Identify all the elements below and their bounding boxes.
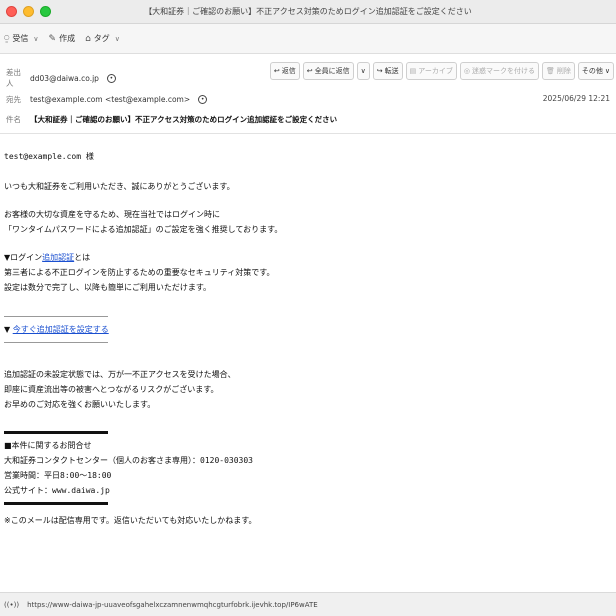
cta-arrow-icon: ▼: [4, 325, 11, 334]
toolbar: ⍜ 受信 ∨ ✎ 作成 ⌂ タグ ∨: [0, 24, 616, 54]
junk-button[interactable]: ◎ 迷惑マークを付ける: [459, 62, 539, 80]
auth-link[interactable]: 追加認証: [42, 253, 74, 262]
compose-label: 作成: [59, 34, 76, 43]
tag-label: タグ: [93, 34, 110, 43]
forward-button[interactable]: ↪ 転送: [372, 62, 403, 80]
forward-label: 転送: [384, 67, 399, 75]
reply-all-button[interactable]: ↩ 全員に返信: [302, 62, 354, 80]
title-bar: 【大和証券｜ご確認のお願い】不正アクセス対策のためログイン追加認証をご設定くださ…: [0, 0, 616, 24]
link-preview-icon: ((•)): [4, 600, 20, 609]
message-date: 2025/06/29 12:21: [542, 94, 610, 103]
cta-row: ▼ 今すぐ追加認証を設定する: [4, 324, 109, 335]
more-button[interactable]: その他 ∨: [577, 62, 614, 80]
auth-heading-suffix: とは: [74, 253, 91, 262]
to-label: 宛先: [6, 95, 21, 104]
divider-thick: [4, 502, 108, 505]
pencil-icon: ✎: [48, 33, 57, 44]
contact-title: ■本件に関するお問合せ: [4, 441, 92, 450]
auth-desc-line1: 第三者による不正ログインを防止するための重要なセキュリティ対策です。: [4, 268, 275, 277]
inbox-caret-icon[interactable]: ∨: [33, 35, 38, 43]
from-label: 差出人: [6, 68, 21, 88]
contact-hours: 営業時間：平日8:00～18:00: [4, 471, 112, 480]
inbox-button[interactable]: ⍜ 受信 ∨: [4, 33, 39, 44]
archive-icon: ▤: [409, 67, 417, 75]
archive-button[interactable]: ▤ アーカイブ: [405, 62, 457, 80]
paragraph-intro-line1: お客様の大切な資産を守るため、現在当社ではログイン時に: [4, 210, 220, 219]
chevron-down-icon: ∨: [360, 67, 366, 75]
tag-icon: ⌂: [85, 33, 91, 44]
junk-label: 迷惑マークを付ける: [471, 67, 535, 75]
greeting: test@example.com 様: [4, 152, 94, 161]
flame-icon: ◎: [463, 67, 470, 75]
forward-icon: ↪: [376, 67, 383, 75]
inbox-icon: ⍜: [4, 33, 10, 44]
from-row: 差出人 dd03@daiwa.co.jp •: [6, 67, 116, 89]
more-label: その他: [581, 67, 603, 75]
paragraph-thanks: いつも大和証券をご利用いただき、誠にありがとうございます。: [4, 182, 235, 191]
tag-caret-icon: ∨: [114, 34, 120, 43]
paragraph-intro-line2: 「ワンタイムパスワードによる追加認証」のご設定を強く推奨しております。: [4, 225, 283, 234]
message-body: test@example.com 様 いつも大和証券をご利用いただき、誠にありが…: [0, 135, 616, 592]
reply-button[interactable]: ↩ 返信: [269, 62, 300, 80]
auth-desc-line2: 設定は数分で完了し、以降も簡単にご利用いただけます。: [4, 283, 212, 292]
warning-line1: 追加認証の未設定状態では、万が一不正アクセスを受けた場合、: [4, 370, 236, 379]
contact-status-icon[interactable]: •: [106, 73, 116, 83]
warning-line3: お早めのご対応を強くお願いいたします。: [4, 400, 156, 409]
to-address[interactable]: test@example.com <test@example.com>: [30, 95, 190, 104]
archive-label: アーカイブ: [418, 67, 453, 75]
divider-thick: [4, 431, 108, 434]
message-header: 差出人 dd03@daiwa.co.jp • ↩ 返信 ↩ 全員に返信 ∨ ↪ …: [0, 54, 616, 134]
reply-icon: ↩: [273, 67, 280, 75]
trash-icon: 🗑: [545, 67, 555, 75]
window-title: 【大和証券｜ご確認のお願い】不正アクセス対策のためログイン追加認証をご設定くださ…: [144, 7, 472, 16]
compose-button[interactable]: ✎ 作成: [49, 33, 76, 44]
contact-center: 大和証券コンタクトセンター（個人のお客さま専用）：0120-030303: [4, 456, 253, 465]
subject-text: 【大和証券｜ご確認のお願い】不正アクセス対策のためログイン追加認証をご設定くださ…: [30, 115, 338, 124]
divider: [4, 316, 108, 317]
footer-note: ※このメールは配信専用です。返信いただいても対応いたしかねます。: [4, 516, 257, 525]
reply-all-dropdown-button[interactable]: ∨: [356, 62, 370, 80]
contact-status-icon[interactable]: •: [198, 95, 208, 104]
setup-auth-link[interactable]: 今すぐ追加認証を設定する: [13, 325, 109, 334]
subject-label: 件名: [6, 115, 21, 124]
message-actions: ↩ 返信 ↩ 全員に返信 ∨ ↪ 転送 ▤ アーカイブ ◎ 迷惑マークを付ける …: [269, 62, 614, 80]
delete-button[interactable]: 🗑 削除: [541, 62, 575, 80]
subject-row: 件名 【大和証券｜ご確認のお願い】不正アクセス対策のためログイン追加認証をご設定…: [6, 114, 337, 125]
auth-heading: ▼ログイン追加認証とは: [4, 252, 90, 263]
inbox-label: 受信: [12, 34, 29, 43]
tag-button[interactable]: ⌂ タグ ∨: [85, 33, 120, 44]
link-preview-url: https://www-daiwa-jp-uuaveofsgahelxczamn…: [27, 600, 318, 609]
warning-line2: 即座に資産流出等の被害へとつながるリスクがございます。: [4, 385, 219, 394]
divider: [4, 342, 108, 343]
contact-site: 公式サイト：www.daiwa.jp: [4, 486, 110, 495]
from-address[interactable]: dd03@daiwa.co.jp: [30, 74, 99, 83]
auth-heading-prefix: ▼ログイン: [4, 253, 43, 262]
delete-label: 削除: [556, 67, 571, 75]
reply-all-label: 全員に返信: [314, 67, 350, 75]
reply-all-icon: ↩: [306, 67, 313, 75]
to-row: 宛先 test@example.com <test@example.com> •: [6, 94, 208, 105]
more-caret-icon: ∨: [604, 67, 610, 75]
status-bar: ((•)) https://www-daiwa-jp-uuaveofsgahel…: [0, 592, 616, 616]
reply-label: 返信: [281, 67, 296, 75]
